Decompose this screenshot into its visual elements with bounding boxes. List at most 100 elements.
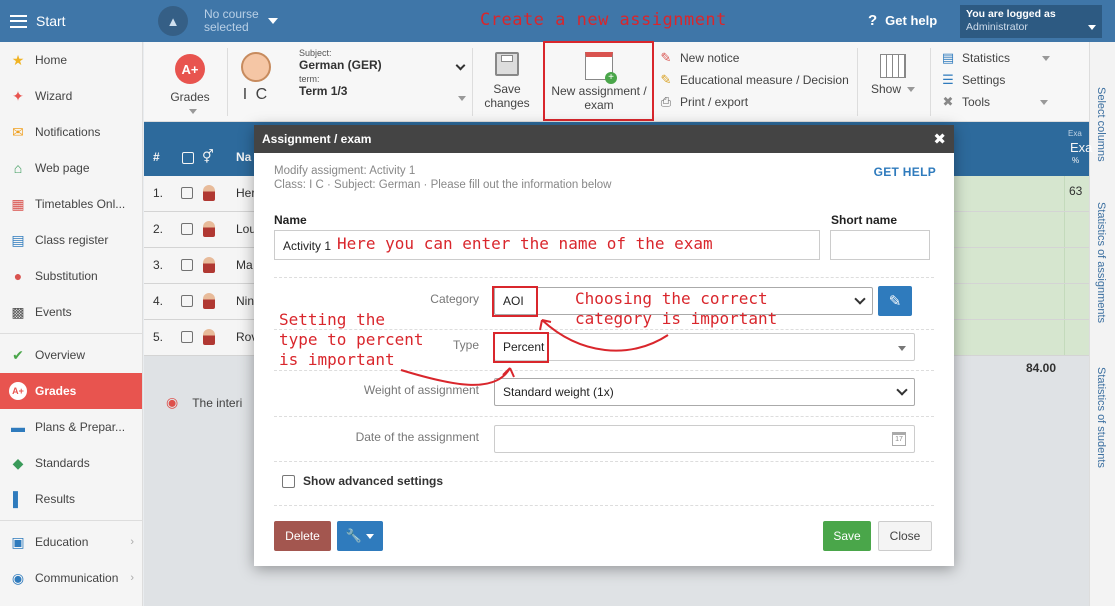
sidebar-item-label: Substitution — [35, 269, 98, 283]
check-icon: ✔ — [12, 346, 24, 363]
select-columns-tab[interactable]: Select columns — [1095, 87, 1107, 162]
course-selector[interactable]: ▲ No course selected — [158, 6, 278, 36]
sidebar-item-web-page[interactable]: ⌂ Web page — [0, 150, 142, 186]
weight-value: Standard weight (1x) — [503, 385, 614, 399]
term-chevron-icon — [458, 96, 466, 101]
annotation-category-line2: category is important — [575, 309, 778, 328]
show-button[interactable]: Show — [866, 54, 920, 96]
chevron-down-icon — [854, 293, 866, 305]
sidebar-item-substitution[interactable]: ● Substitution — [0, 258, 142, 294]
new-notice-button[interactable]: ✎ New notice — [658, 47, 849, 69]
print-export-button[interactable]: ⎙ Print / export — [658, 91, 849, 113]
sidebar-item-wizard[interactable]: ✦ Wizard — [0, 78, 142, 114]
dialog-header: Assignment / exam ✖ — [254, 125, 954, 153]
sidebar-item-label: Education — [35, 535, 89, 549]
settings-button[interactable]: ☰ Settings — [940, 69, 1060, 91]
get-help-label: Get help — [885, 13, 938, 28]
dialog-divider — [274, 370, 934, 371]
sidebar-item-notifications[interactable]: ✉ Notifications — [0, 114, 142, 150]
sidebar-item-events[interactable]: ▩ Events — [0, 294, 142, 330]
save-changes-label: Save changes — [484, 82, 530, 110]
grid-icon — [880, 54, 906, 78]
delete-button[interactable]: Delete — [274, 521, 331, 551]
sidebar-item-results[interactable]: ▌ Results — [0, 481, 142, 517]
stats-assignments-label: Statistics of assignments — [1095, 202, 1107, 324]
stats-students-tab[interactable]: Statistics of students — [1095, 367, 1107, 468]
measure-icon: ✎ — [660, 72, 672, 87]
tools-button[interactable]: ✖ Tools — [940, 91, 1060, 113]
grades-label: Grades — [170, 90, 210, 104]
show-label: Show — [870, 82, 902, 96]
stats-assignments-tab[interactable]: Statistics of assignments — [1095, 202, 1107, 323]
advanced-settings-checkbox[interactable] — [282, 474, 295, 488]
tools-dropdown-button[interactable]: 🔧 — [337, 521, 383, 551]
grades-button[interactable]: A+ Grades — [164, 54, 216, 118]
timetable-icon: ▦ — [11, 195, 25, 212]
sidebar-item-class-register[interactable]: ▤ Class register — [0, 222, 142, 258]
sidebar-item-overview[interactable]: ✔ Overview — [0, 337, 142, 373]
term-label: term: — [299, 74, 320, 84]
sidebar-item-standards[interactable]: ◆ Standards — [0, 445, 142, 481]
bar-chart-icon: ▌ — [13, 491, 23, 507]
name-input-value: Activity 1 — [283, 239, 332, 253]
sidebar-item-communication[interactable]: ◉ Communication › — [0, 560, 142, 596]
chevron-down-icon — [1088, 25, 1096, 30]
close-button[interactable]: Close — [878, 521, 932, 551]
sidebar-item-label: Overview — [35, 348, 86, 362]
dialog-divider — [274, 505, 934, 506]
calendar-icon[interactable]: 17 — [892, 432, 906, 446]
chevron-down-icon — [1042, 55, 1051, 61]
statistics-button[interactable]: ▤ Statistics — [940, 47, 1060, 69]
sidebar-item-label: Grades — [35, 384, 77, 398]
shield-icon: ◆ — [12, 454, 24, 471]
toolbar-divider — [472, 48, 473, 116]
weight-select[interactable]: Standard weight (1x) — [494, 378, 915, 406]
short-name-input[interactable] — [830, 230, 930, 260]
annotation-type-line2: type to percent — [279, 330, 424, 349]
dialog-divider — [274, 461, 934, 462]
advanced-settings-toggle[interactable]: Show advanced settings — [282, 474, 443, 488]
class-label: I C — [242, 86, 270, 103]
grades-icon: A+ — [9, 382, 27, 400]
star-icon: ★ — [11, 51, 25, 68]
educational-measure-label: Educational measure / Decision — [680, 73, 849, 87]
close-icon[interactable]: ✖ — [933, 130, 946, 148]
chat-icon: ◉ — [11, 569, 25, 586]
subject-term-selector[interactable]: Subject: German (GER) term: Term 1/3 — [299, 48, 466, 101]
user-menu[interactable]: You are logged as Administrator — [960, 5, 1102, 38]
short-name-label: Short name — [831, 213, 898, 227]
sidebar-item-home[interactable]: ★ Home — [0, 42, 142, 78]
sidebar-item-plans[interactable]: ▬ Plans & Prepar... — [0, 409, 142, 445]
type-select[interactable]: Percent — [494, 333, 915, 361]
dialog-title: Assignment / exam — [262, 132, 372, 146]
calendar-icon: ▩ — [11, 303, 25, 320]
sidebar-item-label: Web page — [35, 161, 90, 175]
top-bar: Start ▲ No course selected Create a new … — [0, 0, 1115, 42]
sidebar-item-label: Timetables Onl... — [35, 197, 126, 211]
sidebar-item-label: Standards — [35, 456, 90, 470]
sidebar-item-timetables[interactable]: ▦ Timetables Onl... — [0, 186, 142, 222]
weight-label: Weight of assignment — [363, 383, 479, 397]
sidebar-item-label: Communication — [35, 571, 119, 585]
sidebar-item-education[interactable]: ▣ Education › — [0, 524, 142, 560]
chevron-down-icon — [907, 87, 916, 93]
sidebar-item-grades[interactable]: A+ Grades — [0, 373, 142, 409]
edit-category-button[interactable]: ✎ — [878, 286, 912, 316]
start-menu-button[interactable]: Start — [0, 0, 143, 42]
settings-label: Settings — [962, 73, 1006, 87]
printer-icon: ⎙ — [660, 94, 672, 109]
class-selector[interactable]: I C — [236, 52, 276, 104]
get-help-button[interactable]: ? Get help — [868, 12, 937, 29]
floppy-disk-icon — [495, 52, 519, 76]
new-notice-label: New notice — [680, 51, 740, 65]
person-icon: ● — [13, 268, 23, 284]
sidebar-divider — [0, 333, 142, 334]
save-changes-button[interactable]: Save changes — [478, 52, 536, 110]
dialog-get-help-link[interactable]: GET HELP — [874, 165, 936, 179]
educational-measure-button[interactable]: ✎ Educational measure / Decision — [658, 69, 849, 91]
save-button[interactable]: Save — [823, 521, 871, 551]
date-input[interactable]: 17 — [494, 425, 915, 453]
name-label: Name — [274, 213, 307, 227]
sidebar-item-label: Home — [35, 53, 68, 67]
date-label: Date of the assignment — [355, 430, 479, 444]
